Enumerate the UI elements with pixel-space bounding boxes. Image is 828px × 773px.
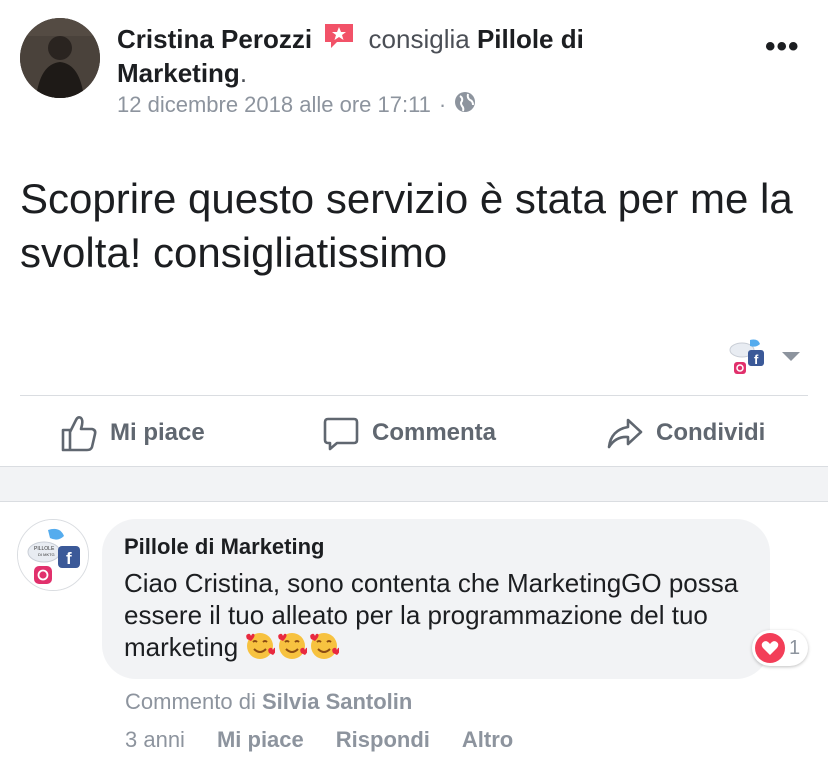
comment-button[interactable]: Commenta <box>322 414 496 452</box>
comment-byline: Commento di Silvia Santolin <box>125 689 412 715</box>
comment-bubble: Pillole di Marketing Ciao Cristina, sono… <box>102 519 770 679</box>
comment-reactions[interactable]: 1 <box>752 630 809 666</box>
reaction-count: 1 <box>789 636 801 659</box>
globe-icon <box>454 91 476 119</box>
more-options-button[interactable]: ••• <box>765 30 800 64</box>
author-name[interactable]: Cristina Perozzi <box>117 24 312 54</box>
comment-reply-button[interactable]: Rispondi <box>336 727 430 753</box>
section-separator <box>0 466 828 502</box>
post-timestamp[interactable]: 12 dicembre 2018 alle ore 17:11 <box>117 92 431 118</box>
recommend-verb: consiglia <box>368 24 470 54</box>
post-header: Cristina Perozzi consiglia Pillole di Ma… <box>117 22 717 90</box>
page-logo-mini[interactable]: f <box>728 338 768 376</box>
smiling-face-with-hearts-icon <box>277 631 309 661</box>
comment-actions: 3 anni Mi piace Rispondi Altro <box>125 727 513 753</box>
smiling-face-with-hearts-icon <box>309 631 341 661</box>
comment-text: Ciao Cristina, sono contenta che Marketi… <box>124 567 748 663</box>
svg-text:DI MKTG: DI MKTG <box>38 552 55 557</box>
comment-like-button[interactable]: Mi piace <box>217 727 304 753</box>
byline-author[interactable]: Silvia Santolin <box>262 689 412 714</box>
post-action-bar: Mi piace Commenta Condividi <box>0 396 828 466</box>
post-meta: 12 dicembre 2018 alle ore 17:11 · <box>117 91 476 119</box>
svg-text:f: f <box>66 549 72 568</box>
author-avatar[interactable] <box>20 18 100 98</box>
like-label: Mi piace <box>110 419 205 446</box>
share-button[interactable]: Condividi <box>606 414 765 452</box>
comment-body: Ciao Cristina, sono contenta che Marketi… <box>124 568 739 662</box>
audience-dropdown-caret-icon[interactable] <box>782 352 800 361</box>
comment-bubble-icon <box>323 417 359 451</box>
header-period: . <box>239 58 248 88</box>
share-arrow-icon <box>607 418 643 449</box>
share-label: Condividi <box>656 419 766 446</box>
smiling-face-with-hearts-icon <box>245 631 277 661</box>
comment-label: Commenta <box>372 419 497 446</box>
meta-separator: · <box>438 92 447 117</box>
comment-author[interactable]: Pillole di Marketing <box>124 533 748 561</box>
recommendation-badge-icon <box>323 22 355 50</box>
comment-more-button[interactable]: Altro <box>462 727 513 753</box>
thumbs-up-icon <box>61 416 97 452</box>
comment-age[interactable]: 3 anni <box>125 727 185 753</box>
like-button[interactable]: Mi piace <box>60 414 205 452</box>
byline-prefix: Commento di <box>125 689 256 714</box>
post-text: Scoprire questo servizio è stata per me … <box>20 175 793 276</box>
commenter-avatar[interactable]: PILLOLE DI MKTG f <box>17 519 89 591</box>
svg-text:f: f <box>754 352 759 367</box>
love-reaction-icon <box>755 633 785 663</box>
